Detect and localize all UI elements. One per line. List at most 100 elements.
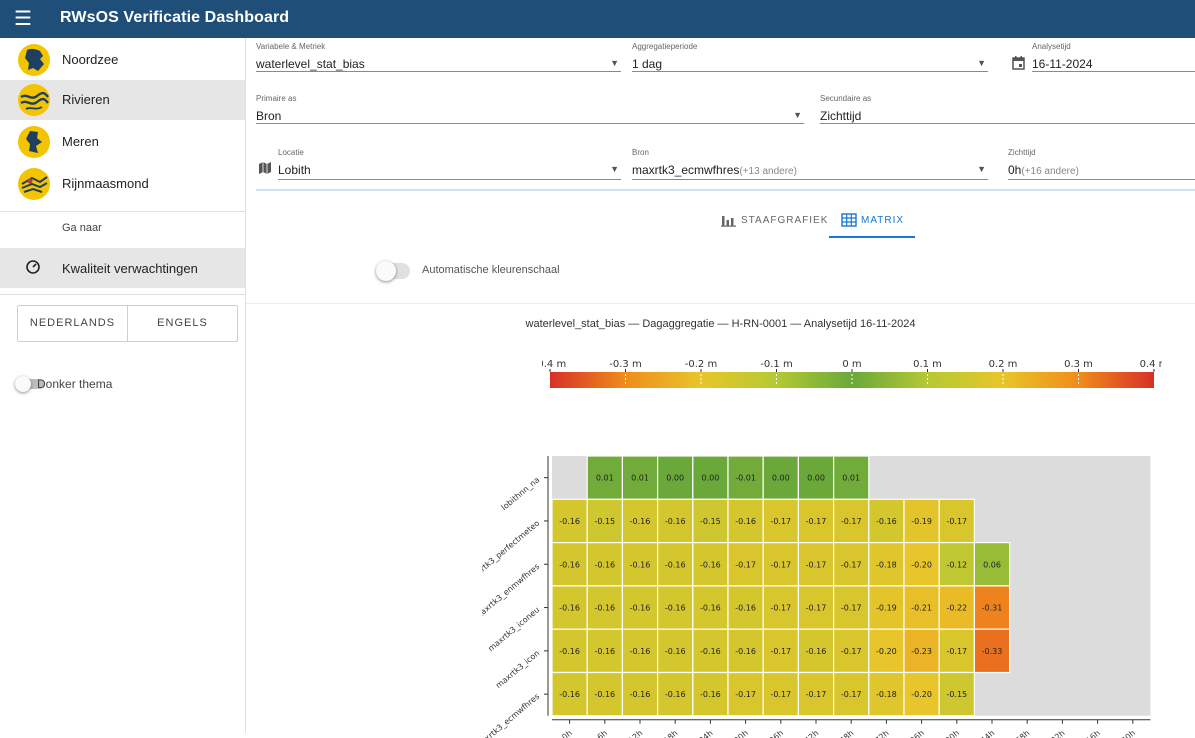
goto-label: Ga naar (62, 222, 102, 234)
sidebar-item-rijnmaasmond[interactable]: Rijnmaasmond (0, 164, 245, 204)
heatmap-chart: 0.01 0.01 0.00 0.00 -0.01 0.00 0.00 0.01 -0.16 -0… (482, 455, 1151, 738)
heatmap-cell-value: -0.19 (911, 517, 932, 526)
heatmap-cell-value: -0.15 (946, 690, 967, 699)
legend-tick-label: 0.4 m (1140, 359, 1162, 370)
heatmap-cell-value: -0.16 (630, 690, 651, 699)
heatmap-cell-value: -0.16 (559, 517, 580, 526)
y-tick-label: maxrtk3_icon (494, 648, 541, 690)
heatmap-cell-value: -0.17 (841, 647, 862, 656)
heatmap-cell-value: -0.20 (911, 560, 932, 569)
source-value: maxrtk3_ecmwfhres(+13 andere) (632, 163, 797, 177)
color-scale-legend: -0.4 m -0.3 m -0.2 m -0.1 m 0 m 0.1 m 0.2 m 0.3… (542, 359, 1162, 388)
x-tick-label: 12h (627, 728, 644, 738)
gauge-icon (26, 260, 40, 274)
heatmap-cell-value: -0.16 (735, 517, 756, 526)
aggregation-label: Aggregatieperiode (632, 42, 698, 51)
x-tick-label: 72h (873, 728, 890, 738)
x-tick-label: 42h (803, 728, 820, 738)
heatmap-cell-value: -0.16 (630, 517, 651, 526)
y-tick-label: lobithnn_na (500, 475, 542, 512)
analysis-time-value: 16-11-2024 (1032, 57, 1093, 71)
tab-matrix[interactable]: MATRIX (829, 208, 915, 238)
x-tick-label: 18h (662, 728, 679, 738)
location-label: Locatie (278, 148, 304, 157)
x-tick-label: 168h (1010, 728, 1031, 738)
sidebar-item-noordzee[interactable]: Noordzee (0, 40, 245, 80)
auto-color-scale-label: Automatische kleurenschaal (422, 264, 560, 276)
secondary-axis-field[interactable]: Secundaire as Zichttijd (820, 94, 1195, 124)
heatmap-cell-value: -0.16 (559, 690, 580, 699)
heatmap-cell-value: -0.16 (559, 560, 580, 569)
sidebar: Noordzee Rivieren Meren Rijnmaasmond Ga … (0, 38, 246, 733)
legend-tick-label: 0.2 m (989, 359, 1018, 370)
field-underline (256, 123, 804, 124)
heatmap-cell-value: -0.16 (806, 647, 827, 656)
heatmap-cell-value: -0.17 (735, 560, 756, 569)
field-underline (820, 123, 1195, 124)
x-tick-label: 192h (1045, 728, 1066, 738)
tab-label: MATRIX (861, 215, 905, 226)
aggregation-select[interactable]: Aggregatieperiode 1 dag ▼ (632, 42, 988, 72)
heatmap-cell-value: -0.21 (911, 604, 932, 613)
analysis-time-label: Analysetijd (1032, 42, 1071, 51)
x-tick-label: 24h (697, 728, 714, 738)
sight-time-extra: (+16 andere) (1021, 166, 1079, 177)
heatmap-cell-value: 0.00 (666, 474, 684, 483)
heatmap-cell-value: -0.16 (665, 560, 686, 569)
y-tick-label: maxrtk3_ecmwfhres (482, 692, 541, 738)
source-select[interactable]: Bron maxrtk3_ecmwfhres(+13 andere) ▼ (632, 148, 988, 180)
sight-time-main: 0h (1008, 163, 1022, 177)
field-underline (1032, 71, 1195, 72)
sidebar-item-rivieren[interactable]: Rivieren (0, 80, 245, 120)
location-select[interactable]: Locatie Lobith ▼ (256, 148, 621, 180)
auto-color-scale-toggle[interactable]: Automatische kleurenschaal (376, 261, 676, 281)
heatmap-cell-value: -0.16 (630, 560, 651, 569)
heatmap-cell-value: -0.23 (911, 647, 932, 656)
heatmap-cell-value: -0.16 (559, 604, 580, 613)
dark-theme-toggle[interactable]: Donker thema (15, 375, 217, 393)
view-tabs: STAAFGRAFIEK MATRIX (711, 208, 921, 238)
heatmap-cell-value: -0.17 (806, 604, 827, 613)
field-underline (256, 71, 621, 72)
legend-tick-label: -0.3 m (609, 359, 641, 370)
heatmap-cell-value: -0.31 (982, 604, 1003, 613)
x-tick-label: 36h (768, 728, 785, 738)
primary-axis-select[interactable]: Primaire as Bron ▼ (256, 94, 804, 124)
heatmap-cell-value: -0.16 (665, 517, 686, 526)
app-title: RWsOS Verificatie Dashboard (60, 9, 290, 26)
lang-nl-button[interactable]: NEDERLANDS (18, 306, 127, 341)
secondary-axis-label: Secundaire as (820, 94, 872, 103)
x-tick-label: 0h (560, 728, 574, 738)
source-label: Bron (632, 148, 649, 157)
sidebar-item-kwaliteit[interactable]: Kwaliteit verwachtingen (0, 248, 245, 288)
bar-chart-icon (721, 216, 736, 227)
sidebar-item-meren[interactable]: Meren (0, 122, 245, 162)
analysis-time-field[interactable]: Analysetijd 16-11-2024 (1010, 42, 1195, 72)
heatmap-cell-value: -0.17 (841, 690, 862, 699)
heatmap-cell-value: -0.01 (735, 474, 756, 483)
chart-title: waterlevel_stat_bias — Dagaggregatie — H… (525, 318, 916, 330)
secondary-axis-value: Zichttijd (820, 109, 862, 123)
heatmap-cell-value: -0.17 (770, 690, 791, 699)
lang-en-button[interactable]: ENGELS (127, 306, 237, 341)
tab-staafgrafiek[interactable]: STAAFGRAFIEK (721, 208, 827, 238)
heatmap-cell-value: -0.16 (876, 517, 897, 526)
variable-value: waterlevel_stat_bias (256, 57, 365, 71)
heatmap-cell-value: 0.01 (631, 474, 649, 483)
x-tick-label: 6h (596, 728, 610, 738)
heatmap-cell-value: -0.17 (841, 517, 862, 526)
menu-icon[interactable]: ☰ (12, 8, 34, 30)
heatmap-cell-value: -0.17 (841, 560, 862, 569)
heatmap-cell-value: 0.01 (842, 474, 860, 483)
variable-select[interactable]: Variabele & Metriek waterlevel_stat_bias… (256, 42, 621, 72)
noordzee-logo-icon (18, 44, 50, 76)
section-divider (246, 303, 1195, 304)
heatmap-cell-value: -0.17 (735, 690, 756, 699)
x-tick-label: 120h (940, 728, 961, 738)
rivieren-logo-icon (18, 84, 50, 116)
x-tick-label: 48h (838, 728, 855, 738)
heatmap-cell-value: -0.17 (770, 517, 791, 526)
heatmap-cell-value: -0.16 (700, 604, 721, 613)
chevron-down-icon: ▼ (793, 110, 802, 120)
sight-time-select[interactable]: Zichttijd 0h(+16 andere) (1008, 148, 1195, 180)
